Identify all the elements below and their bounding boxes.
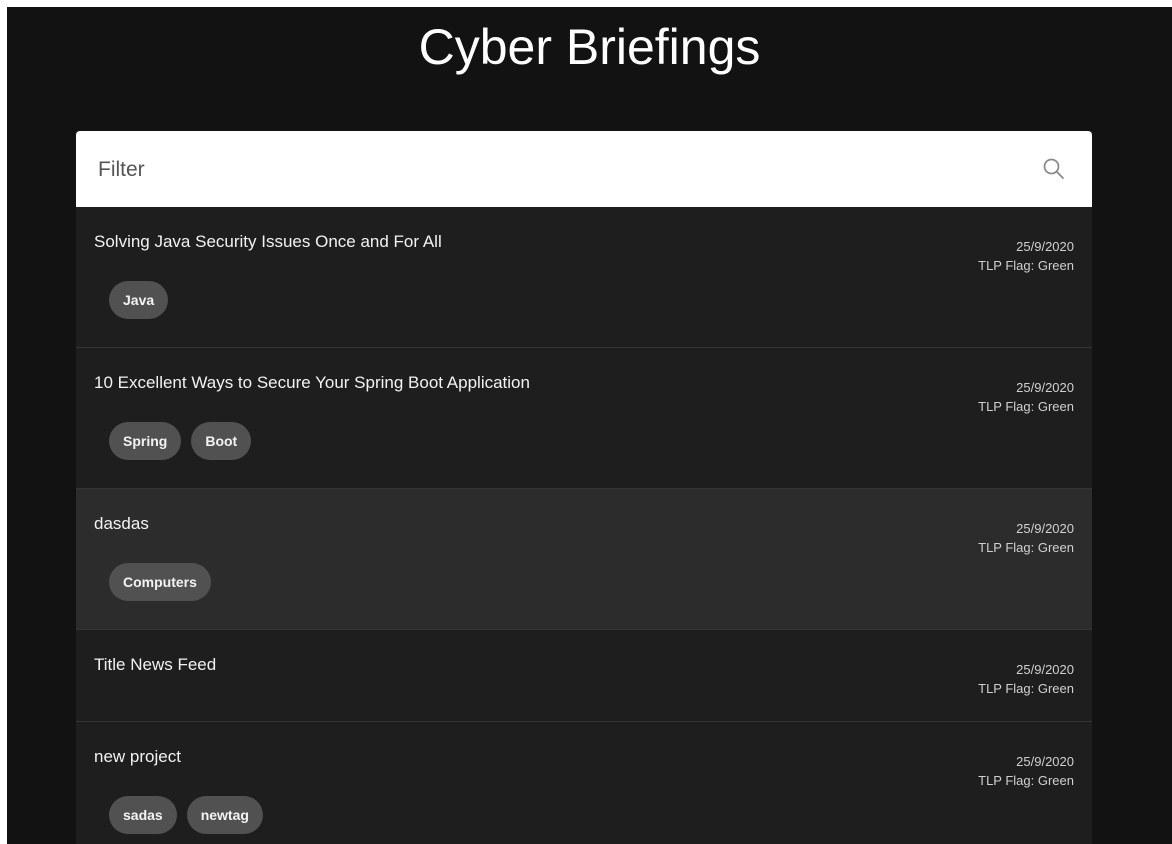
tag-list: Spring Boot bbox=[109, 422, 252, 460]
search-icon[interactable] bbox=[1040, 155, 1068, 183]
filter-input[interactable] bbox=[96, 151, 1000, 189]
briefing-meta: 25/9/2020 TLP Flag: Green bbox=[978, 752, 1074, 790]
briefing-meta: 25/9/2020 TLP Flag: Green bbox=[978, 519, 1074, 557]
briefing-title: 10 Excellent Ways to Secure Your Spring … bbox=[94, 373, 530, 392]
briefing-date: 25/9/2020 bbox=[1016, 662, 1074, 677]
tag-list: Java bbox=[109, 281, 169, 319]
briefing-item[interactable]: 10 Excellent Ways to Secure Your Spring … bbox=[76, 348, 1092, 489]
briefing-tlp-flag: TLP Flag: Green bbox=[978, 399, 1074, 414]
briefing-date: 25/9/2020 bbox=[1016, 380, 1074, 395]
tag-chip[interactable]: Spring bbox=[109, 422, 182, 460]
briefing-tlp-flag: TLP Flag: Green bbox=[978, 773, 1074, 788]
tag-chip[interactable]: sadas bbox=[109, 796, 177, 834]
filter-bar bbox=[76, 131, 1092, 207]
briefing-title: dasdas bbox=[94, 514, 149, 533]
briefing-date: 25/9/2020 bbox=[1016, 521, 1074, 536]
briefing-item[interactable]: dasdas 25/9/2020 TLP Flag: Green Compute… bbox=[76, 489, 1092, 630]
tag-chip[interactable]: Java bbox=[109, 281, 169, 319]
briefing-date: 25/9/2020 bbox=[1016, 754, 1074, 769]
briefing-tlp-flag: TLP Flag: Green bbox=[978, 258, 1074, 273]
briefing-item[interactable]: Solving Java Security Issues Once and Fo… bbox=[76, 207, 1092, 348]
tag-chip[interactable]: Computers bbox=[109, 563, 211, 601]
briefing-date: 25/9/2020 bbox=[1016, 239, 1074, 254]
briefing-title: new project bbox=[94, 747, 181, 766]
briefing-item[interactable]: Title News Feed 25/9/2020 TLP Flag: Gree… bbox=[76, 630, 1092, 722]
briefing-tlp-flag: TLP Flag: Green bbox=[978, 681, 1074, 696]
tag-list: Computers bbox=[109, 563, 211, 601]
tag-chip[interactable]: newtag bbox=[186, 796, 263, 834]
briefing-item[interactable]: new project 25/9/2020 TLP Flag: Green sa… bbox=[76, 722, 1092, 844]
tag-chip[interactable]: Boot bbox=[191, 422, 252, 460]
briefing-title: Title News Feed bbox=[94, 655, 217, 674]
page-title: Cyber Briefings bbox=[418, 19, 761, 75]
briefing-title: Solving Java Security Issues Once and Fo… bbox=[94, 232, 442, 251]
briefing-meta: 25/9/2020 TLP Flag: Green bbox=[978, 237, 1074, 275]
briefings-panel: Solving Java Security Issues Once and Fo… bbox=[76, 131, 1092, 844]
briefing-tlp-flag: TLP Flag: Green bbox=[978, 540, 1074, 555]
briefing-meta: 25/9/2020 TLP Flag: Green bbox=[978, 378, 1074, 416]
briefing-meta: 25/9/2020 TLP Flag: Green bbox=[978, 660, 1074, 698]
tag-list: sadas newtag bbox=[109, 796, 263, 834]
app-window: Cyber Briefings Solving Java Security Is… bbox=[7, 7, 1172, 844]
